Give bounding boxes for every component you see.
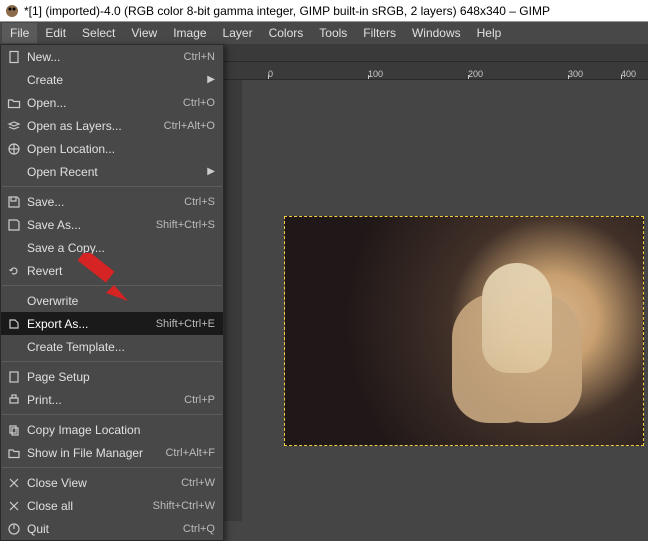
menu-item-label: Show in File Manager: [27, 446, 157, 460]
menu-separator: [2, 186, 222, 187]
menu-item-accel: Shift+Ctrl+W: [153, 500, 215, 512]
menu-item-label: Print...: [27, 393, 176, 407]
menu-item-open-location[interactable]: Open Location...: [1, 137, 223, 160]
save-icon: [5, 194, 23, 210]
menu-item-accel: Ctrl+O: [183, 97, 215, 109]
folder-open-icon: [5, 95, 23, 111]
menu-item-accel: Ctrl+Alt+O: [164, 120, 215, 132]
menu-separator: [2, 467, 222, 468]
close-icon: [5, 475, 23, 491]
copy-icon: [5, 422, 23, 438]
menu-item-accel: Shift+Ctrl+E: [156, 318, 215, 330]
menu-help[interactable]: Help: [469, 23, 510, 43]
menu-item-label: Open...: [27, 96, 175, 110]
menu-item-label: Open Recent: [27, 165, 201, 179]
menu-item-label: New...: [27, 50, 176, 64]
menu-item-open-as-layers[interactable]: Open as Layers... Ctrl+Alt+O: [1, 114, 223, 137]
ruler-tick: 0: [268, 69, 273, 79]
menu-item-accel: Ctrl+Alt+F: [165, 447, 215, 459]
menu-item-label: Close View: [27, 476, 173, 490]
menu-item-label: Open as Layers...: [27, 119, 156, 133]
menu-item-accel: Ctrl+P: [184, 394, 215, 406]
menu-item-label: Overwrite: [27, 294, 215, 308]
menu-item-label: Open Location...: [27, 142, 215, 156]
ruler-vertical: [224, 80, 242, 521]
window-title: *[1] (imported)-4.0 (RGB color 8-bit gam…: [24, 4, 550, 18]
menu-item-close-all[interactable]: Close all Shift+Ctrl+W: [1, 494, 223, 517]
document-tabbar: [224, 44, 648, 62]
new-file-icon: [5, 49, 23, 65]
app-icon: [4, 3, 20, 19]
menu-item-save-copy[interactable]: Save a Copy...: [1, 236, 223, 259]
menu-item-accel: Ctrl+Q: [183, 523, 215, 535]
menu-item-create-template[interactable]: Create Template...: [1, 335, 223, 358]
menu-item-accel: Ctrl+S: [184, 196, 215, 208]
canvas-area[interactable]: [242, 80, 648, 521]
submenu-arrow-icon: ▶: [207, 166, 215, 177]
canvas-image[interactable]: [284, 216, 644, 446]
menu-item-label: Save a Copy...: [27, 241, 215, 255]
layers-icon: [5, 118, 23, 134]
quit-icon: [5, 521, 23, 537]
globe-icon: [5, 141, 23, 157]
close-all-icon: [5, 498, 23, 514]
menu-separator: [2, 361, 222, 362]
ruler-tick: 200: [468, 69, 483, 79]
window-titlebar: *[1] (imported)-4.0 (RGB color 8-bit gam…: [0, 0, 648, 22]
menu-item-label: Revert: [27, 264, 215, 278]
menu-view[interactable]: View: [123, 23, 165, 43]
folder-icon: [5, 445, 23, 461]
save-as-icon: [5, 217, 23, 233]
menu-item-save[interactable]: Save... Ctrl+S: [1, 190, 223, 213]
menu-item-accel: Shift+Ctrl+S: [156, 219, 215, 231]
menu-item-label: Export As...: [27, 317, 148, 331]
menu-select[interactable]: Select: [74, 23, 123, 43]
menu-item-copy-image-location[interactable]: Copy Image Location: [1, 418, 223, 441]
menu-separator: [2, 414, 222, 415]
menu-item-page-setup[interactable]: Page Setup: [1, 365, 223, 388]
menu-image[interactable]: Image: [165, 23, 214, 43]
revert-icon: [5, 263, 23, 279]
menu-item-save-as[interactable]: Save As... Shift+Ctrl+S: [1, 213, 223, 236]
export-icon: [5, 316, 23, 332]
menu-item-show-in-file-manager[interactable]: Show in File Manager Ctrl+Alt+F: [1, 441, 223, 464]
menu-layer[interactable]: Layer: [215, 23, 261, 43]
menu-item-label: Page Setup: [27, 370, 215, 384]
menu-item-revert[interactable]: Revert: [1, 259, 223, 282]
menu-item-close-view[interactable]: Close View Ctrl+W: [1, 471, 223, 494]
submenu-arrow-icon: ▶: [207, 74, 215, 85]
menu-item-open[interactable]: Open... Ctrl+O: [1, 91, 223, 114]
menu-item-label: Quit: [27, 522, 175, 536]
menu-item-label: Copy Image Location: [27, 423, 215, 437]
menu-item-accel: Ctrl+W: [181, 477, 215, 489]
menu-item-accel: Ctrl+N: [184, 51, 215, 63]
menu-separator: [2, 285, 222, 286]
menubar: File Edit Select View Image Layer Colors…: [0, 22, 648, 44]
menu-item-export-as[interactable]: Export As... Shift+Ctrl+E: [1, 312, 223, 335]
menu-item-quit[interactable]: Quit Ctrl+Q: [1, 517, 223, 540]
menu-item-label: Save As...: [27, 218, 148, 232]
menu-item-label: Create Template...: [27, 340, 215, 354]
menu-item-label: Save...: [27, 195, 176, 209]
menu-item-new[interactable]: New... Ctrl+N: [1, 45, 223, 68]
menu-item-open-recent[interactable]: Open Recent ▶: [1, 160, 223, 183]
menu-filters[interactable]: Filters: [355, 23, 404, 43]
page-setup-icon: [5, 369, 23, 385]
ruler-tick: 300: [568, 69, 583, 79]
menu-tools[interactable]: Tools: [311, 23, 355, 43]
ruler-tick: 400: [621, 69, 636, 79]
menu-edit[interactable]: Edit: [37, 23, 74, 43]
menu-item-label: Create: [27, 73, 201, 87]
menu-item-create[interactable]: Create ▶: [1, 68, 223, 91]
menu-item-print[interactable]: Print... Ctrl+P: [1, 388, 223, 411]
menu-item-label: Close all: [27, 499, 145, 513]
ruler-tick: 100: [368, 69, 383, 79]
file-menu-dropdown: New... Ctrl+N Create ▶ Open... Ctrl+O Op…: [0, 44, 224, 541]
ruler-horizontal: 0 100 200 300 400: [224, 62, 648, 80]
menu-windows[interactable]: Windows: [404, 23, 469, 43]
menu-file[interactable]: File: [2, 23, 37, 43]
print-icon: [5, 392, 23, 408]
menu-item-overwrite[interactable]: Overwrite: [1, 289, 223, 312]
menu-colors[interactable]: Colors: [261, 23, 312, 43]
